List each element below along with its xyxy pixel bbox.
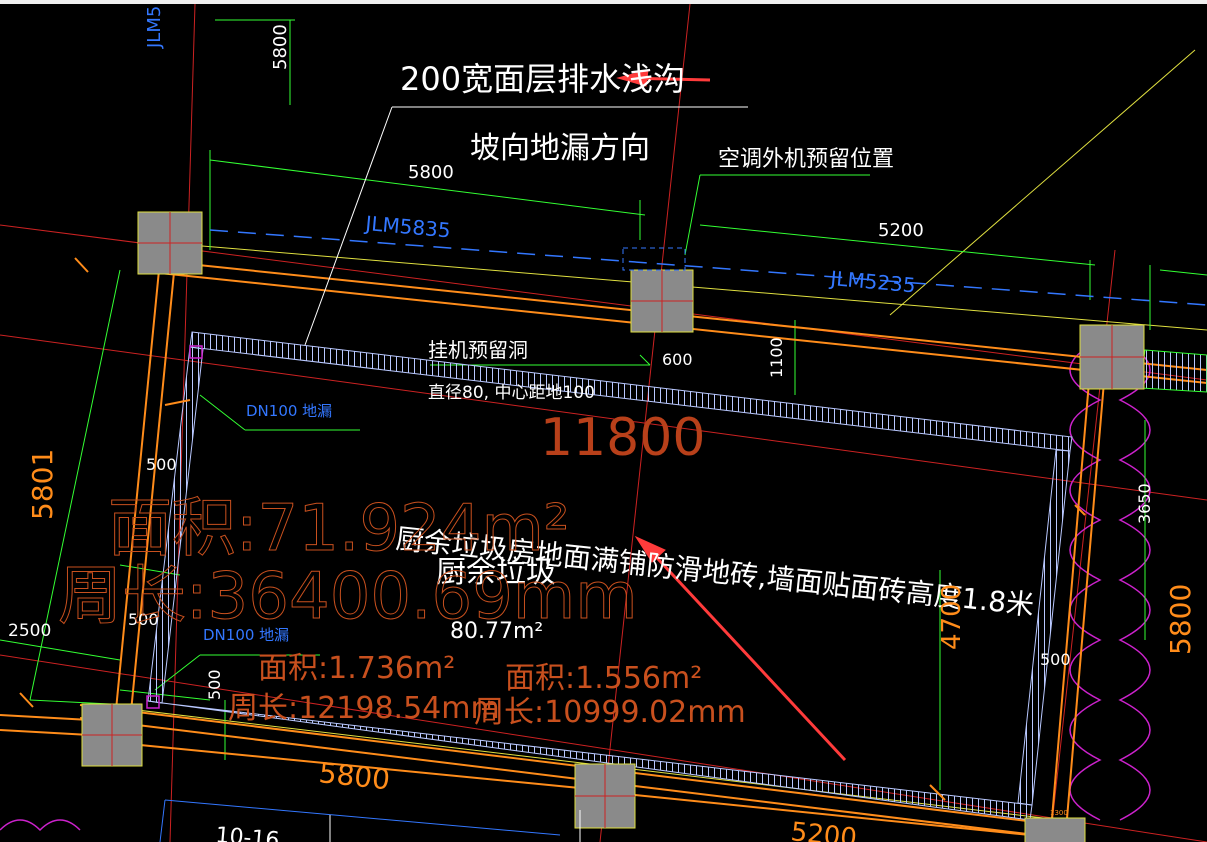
perimeter-large: 周长:36400.69mm xyxy=(58,560,638,634)
grid-label-bottom: 10-16 xyxy=(214,823,280,842)
note-hang-hole-spec: 直径80, 中心距地100 xyxy=(428,383,595,403)
cad-viewport[interactable]: 200宽面层排水浅沟 坡向地漏方向 空调外机预留位置 挂机预留洞 直径80, 中… xyxy=(0,0,1207,842)
note-drain-ditch: 200宽面层排水浅沟 xyxy=(400,60,685,98)
beam-label-top: JLM5 xyxy=(144,6,165,49)
dim-3650: 3650 xyxy=(1135,483,1154,524)
dim-5800-bottom: 5800 xyxy=(317,756,391,796)
cad-drawing: 200宽面层排水浅沟 坡向地漏方向 空调外机预留位置 挂机预留洞 直径80, 中… xyxy=(0,4,1207,842)
dim-500-a: 500 xyxy=(146,455,177,474)
dim-11800: 11800 xyxy=(540,408,705,468)
dim-5800-mid: 5800 xyxy=(408,162,454,183)
dim-5200-top: 5200 xyxy=(878,220,924,241)
area-small-2: 面积:1.556m² xyxy=(505,661,702,696)
beam-label-1: JLM5835 xyxy=(363,211,452,243)
dim-5801: 5801 xyxy=(26,449,59,520)
note-slope-direction: 坡向地漏方向 xyxy=(470,131,650,166)
dim-1100: 1100 xyxy=(767,337,786,378)
measurements: 面积:71.924m² 周长:36400.69mm xyxy=(58,492,639,635)
perimeter-small-1: 周长:12198.54mm xyxy=(228,691,500,726)
beam-label-2: JLM5235 xyxy=(828,266,917,298)
note-hang-hole: 挂机预留洞 xyxy=(428,338,528,362)
dim-500-d: 500 xyxy=(1040,650,1071,669)
dim-5800-right: 5800 xyxy=(1164,584,1197,655)
area-large: 面积:71.924m² xyxy=(108,492,570,566)
dim-4700: 4700 xyxy=(937,584,967,650)
area-small-1: 面积:1.736m² xyxy=(258,651,455,686)
dim-1300: 1300 xyxy=(1050,809,1068,817)
dim-5200-bottom: 5200 xyxy=(789,817,858,842)
dim-2500: 2500 xyxy=(8,621,51,641)
ac-unit-box xyxy=(622,247,686,271)
dim-500-c: 500 xyxy=(205,669,224,700)
dim-600: 600 xyxy=(662,350,693,369)
dim-5800-top: 5800 xyxy=(270,24,291,70)
drain-label-1: DN100 地漏 xyxy=(246,402,332,420)
measurements-small: 面积:1.736m² 面积:1.556m² 周长:12198.54mm 周长:1… xyxy=(228,651,746,730)
perimeter-small-2: 周长:10999.02mm xyxy=(474,695,746,730)
note-ac-unit: 空调外机预留位置 xyxy=(718,147,894,172)
